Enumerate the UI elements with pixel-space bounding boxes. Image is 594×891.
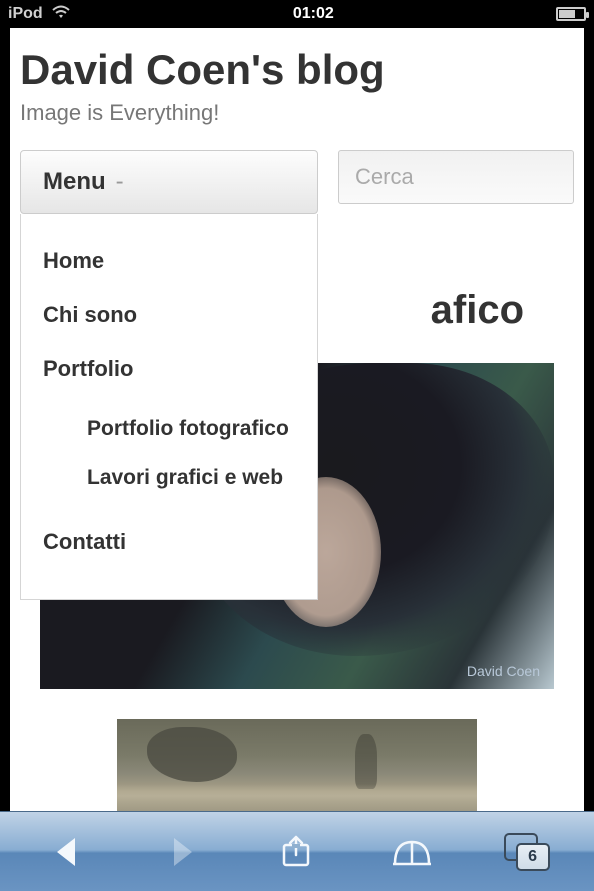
thumbnail-image[interactable] [117, 719, 477, 811]
wifi-icon [51, 4, 71, 25]
tabs-icon: 6 [504, 833, 550, 871]
menu-item-home[interactable]: Home [43, 234, 295, 288]
status-right [556, 7, 586, 21]
device-frame: iPod 01:02 afico David Coen [0, 0, 594, 891]
clock: 01:02 [293, 5, 334, 23]
menu-indicator: - [116, 168, 124, 196]
status-bar: iPod 01:02 [0, 0, 594, 28]
blog-title[interactable]: David Coen's blog [20, 46, 574, 94]
submenu-item-photo[interactable]: Portfolio fotografico [87, 404, 295, 453]
status-left: iPod [8, 4, 71, 25]
submenu-item-graphics[interactable]: Lavori grafici e web [87, 453, 295, 502]
menu-dropdown: Home Chi sono Portfolio Portfolio fotogr… [20, 214, 318, 600]
menu-label: Menu [43, 168, 106, 196]
carrier-label: iPod [8, 5, 43, 23]
search-input[interactable] [338, 150, 574, 204]
thumbnail-row [40, 719, 554, 811]
back-button[interactable] [27, 822, 107, 882]
tab-count: 6 [516, 843, 550, 871]
submenu-portfolio: Portfolio fotografico Lavori grafici e w… [43, 396, 295, 515]
menu-panel: Menu - Home Chi sono Portfolio Portfolio… [20, 150, 318, 600]
menu-item-about[interactable]: Chi sono [43, 288, 295, 342]
blog-tagline: Image is Everything! [20, 100, 574, 126]
forward-button[interactable] [142, 822, 222, 882]
image-watermark: David Coen [467, 663, 540, 679]
browser-viewport: afico David Coen David Coen's blog Image… [0, 28, 594, 811]
share-button[interactable] [257, 822, 337, 882]
bookmarks-button[interactable] [372, 822, 452, 882]
browser-toolbar: 6 [0, 811, 594, 891]
menu-toggle[interactable]: Menu - [20, 150, 318, 214]
menu-item-portfolio[interactable]: Portfolio [43, 342, 295, 396]
menu-item-contact[interactable]: Contatti [43, 515, 295, 569]
tabs-button[interactable]: 6 [487, 822, 567, 882]
battery-icon [556, 7, 586, 21]
